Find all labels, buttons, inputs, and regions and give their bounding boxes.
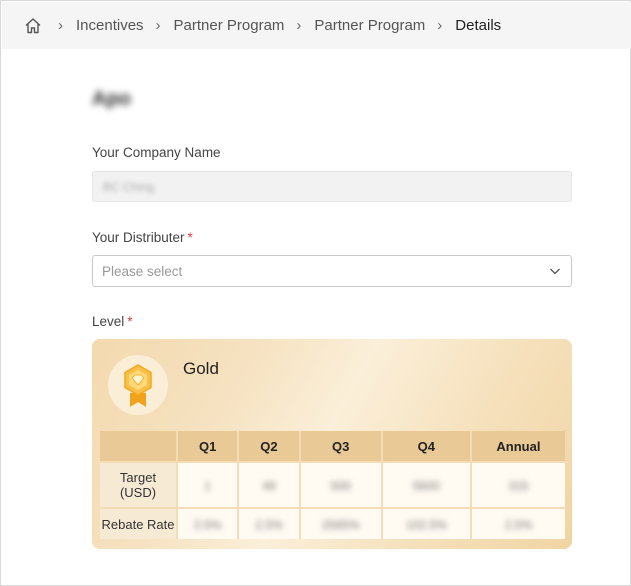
- page-frame: › Incentives › Partner Program › Partner…: [0, 0, 631, 586]
- breadcrumb-incentives[interactable]: Incentives: [76, 17, 144, 34]
- table-cell: 500: [299, 461, 383, 508]
- row-header-target: Target (USD): [100, 461, 178, 508]
- table-cell: 2.5%: [177, 507, 240, 539]
- table-cell: 5600: [381, 461, 472, 508]
- chevron-right-icon: ›: [296, 17, 302, 34]
- table-header-row: Q1 Q2 Q3 Q4 Annual: [100, 431, 565, 462]
- cell-value: 2.5%: [504, 517, 533, 532]
- table-cell: 102.5%: [381, 507, 472, 539]
- rebate-table: Q1 Q2 Q3 Q4 Annual Target (USD) 1 49 500…: [100, 431, 565, 539]
- required-mark: *: [187, 230, 193, 245]
- table-cell: 49: [238, 461, 301, 508]
- column-header-q3: Q3: [299, 431, 383, 462]
- page-title: Apo: [92, 88, 131, 110]
- cell-value: 2.5%: [193, 517, 222, 532]
- medal-badge: [108, 355, 168, 415]
- level-label-text: Level: [92, 314, 125, 329]
- cell-value: 500: [330, 478, 351, 493]
- cell-value: 2.5%: [255, 517, 283, 532]
- breadcrumb-partner-program[interactable]: Partner Program: [174, 17, 285, 34]
- cell-value: 102.5%: [405, 517, 447, 532]
- row-header-rebate-rate-text: Rebate Rate: [101, 516, 175, 532]
- table-cell: 2.5%: [470, 507, 565, 539]
- distributer-label: Your Distributer *: [92, 230, 193, 245]
- cell-value: 2565%: [321, 517, 360, 532]
- cell-value: 5600: [412, 478, 440, 493]
- table-cell: 1: [177, 461, 240, 508]
- column-header-q4: Q4: [381, 431, 472, 462]
- column-header-annual: Annual: [470, 431, 565, 462]
- level-name: Gold: [183, 359, 219, 378]
- table-row: Target (USD) 1 49 500 5600 315: [100, 461, 565, 508]
- home-icon[interactable]: [24, 17, 42, 35]
- breadcrumb-partner-program-2[interactable]: Partner Program: [314, 17, 425, 34]
- company-name-label-text: Your Company Name: [92, 145, 221, 160]
- table-cell: 2.5%: [238, 507, 301, 539]
- company-name-field: BC Ching: [92, 171, 572, 202]
- company-name-value: BC Ching: [103, 179, 155, 194]
- cell-value: 1: [204, 478, 211, 493]
- cell-value: 315: [508, 478, 529, 493]
- level-label: Level *: [92, 314, 133, 329]
- distributer-label-text: Your Distributer: [92, 230, 185, 245]
- table-cell: 315: [470, 461, 565, 508]
- chevron-right-icon: ›: [58, 17, 63, 34]
- chevron-right-icon: ›: [437, 17, 443, 34]
- level-card-gold[interactable]: Gold Q1 Q2 Q3 Q4 Annual Target (USD) 1 4…: [92, 339, 572, 549]
- row-header-target-line1: Target: [119, 470, 157, 485]
- row-header-rebate-rate: Rebate Rate: [100, 507, 178, 539]
- distributer-select[interactable]: Please select: [92, 255, 572, 287]
- gold-medal-icon: [124, 364, 152, 407]
- table-cell: 2565%: [299, 507, 383, 539]
- breadcrumb: › Incentives › Partner Program › Partner…: [2, 2, 631, 49]
- chevron-right-icon: ›: [155, 17, 161, 34]
- chevron-down-icon[interactable]: [549, 265, 561, 277]
- table-row: Rebate Rate 2.5% 2.5% 2565% 102.5% 2.5%: [100, 507, 565, 539]
- row-header-target-line2: (USD): [119, 485, 157, 500]
- company-name-label: Your Company Name: [92, 145, 221, 160]
- required-mark: *: [127, 314, 133, 329]
- distributer-placeholder: Please select: [102, 263, 183, 279]
- breadcrumb-current: Details: [455, 17, 502, 34]
- column-header-q1: Q1: [177, 431, 240, 462]
- column-header-q2: Q2: [238, 431, 301, 462]
- table-corner: [100, 431, 178, 462]
- cell-value: 49: [262, 478, 276, 493]
- breadcrumb-home[interactable]: [24, 17, 46, 35]
